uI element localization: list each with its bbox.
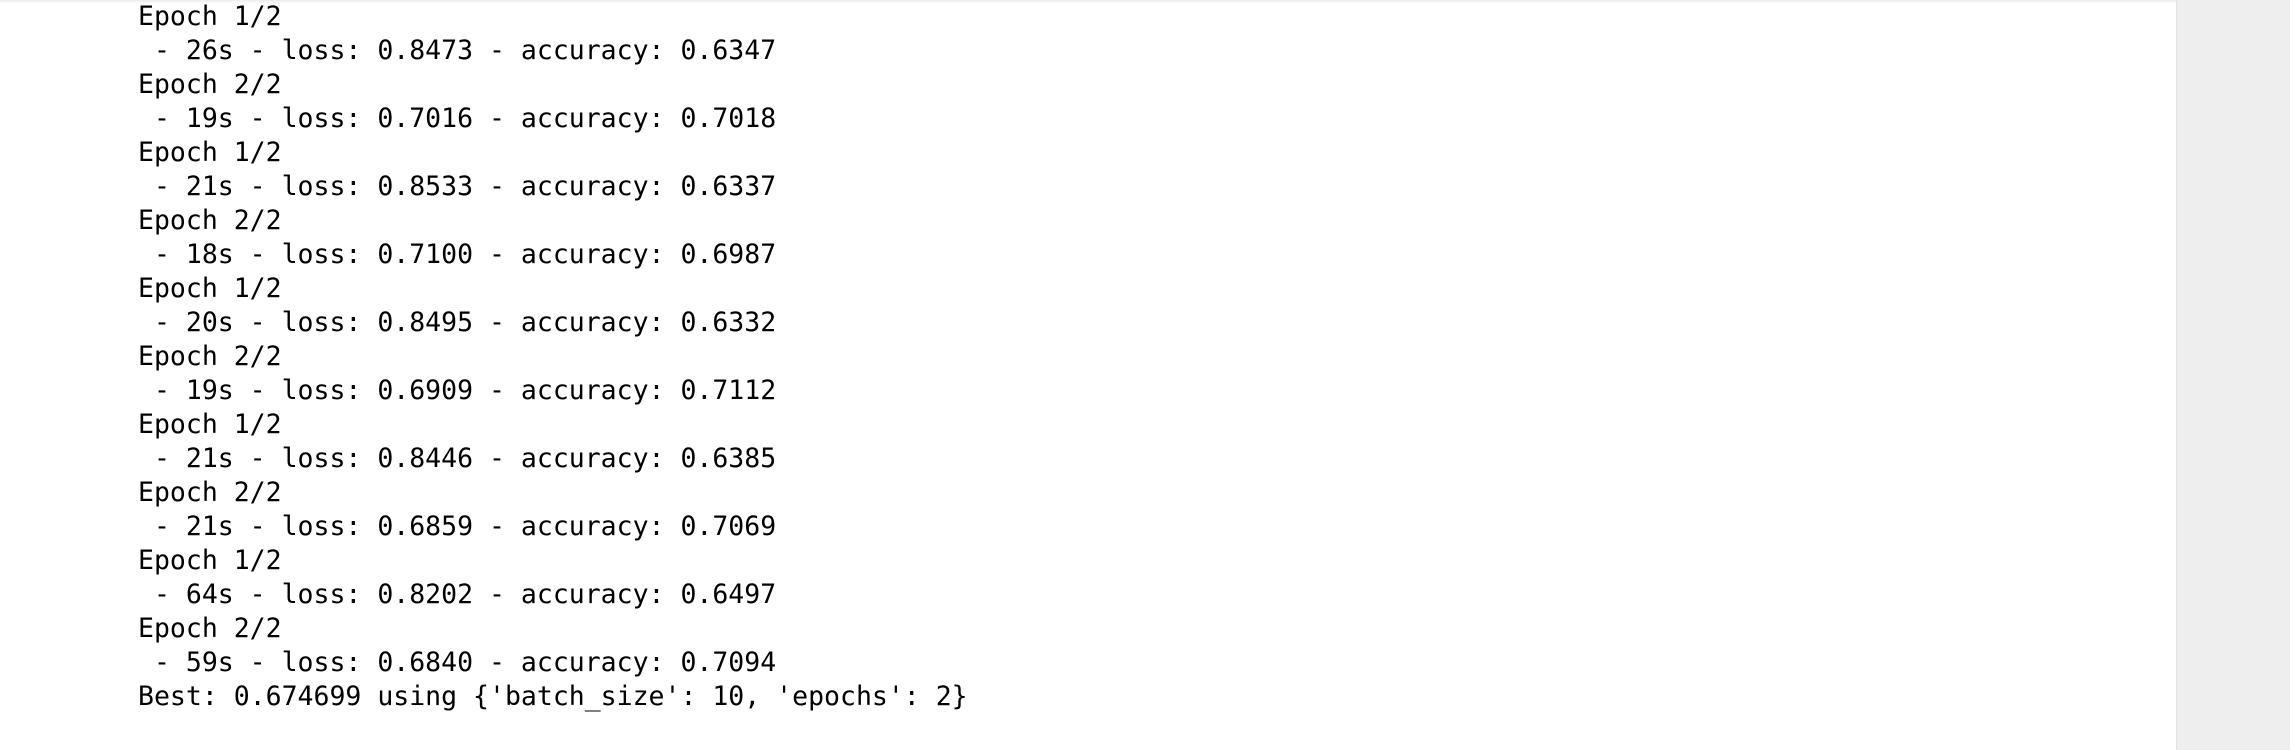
- output-line: Epoch 1/2: [138, 545, 282, 576]
- output-line: Epoch 1/2: [138, 273, 282, 304]
- output-line: Epoch 2/2: [138, 613, 282, 644]
- output-line: Epoch 2/2: [138, 69, 282, 100]
- output-line: Epoch 1/2: [138, 1, 282, 32]
- output-line: Epoch 1/2: [138, 409, 282, 440]
- output-line: Epoch 1/2: [138, 137, 282, 168]
- output-line: - 64s - loss: 0.8202 - accuracy: 0.6497: [138, 579, 777, 610]
- output-line: - 19s - loss: 0.6909 - accuracy: 0.7112: [138, 375, 777, 406]
- cell-output-text: Epoch 1/2 - 26s - loss: 0.8473 - accurac…: [138, 0, 968, 714]
- output-line: - 21s - loss: 0.8533 - accuracy: 0.6337: [138, 171, 777, 202]
- output-line: - 20s - loss: 0.8495 - accuracy: 0.6332: [138, 307, 777, 338]
- output-line: - 18s - loss: 0.7100 - accuracy: 0.6987: [138, 239, 777, 270]
- best-result-line: Best: 0.674699 using {'batch_size': 10, …: [138, 681, 968, 712]
- output-line: - 19s - loss: 0.7016 - accuracy: 0.7018: [138, 103, 777, 134]
- output-line: Epoch 2/2: [138, 341, 282, 372]
- notebook-output-panel: Epoch 1/2 - 26s - loss: 0.8473 - accurac…: [0, 0, 2176, 750]
- output-line: - 26s - loss: 0.8473 - accuracy: 0.6347: [138, 35, 777, 66]
- output-line: - 21s - loss: 0.6859 - accuracy: 0.7069: [138, 511, 777, 542]
- output-line: - 59s - loss: 0.6840 - accuracy: 0.7094: [138, 647, 777, 678]
- right-gutter: [2176, 0, 2290, 750]
- output-line: Epoch 2/2: [138, 477, 282, 508]
- output-line: Epoch 2/2: [138, 205, 282, 236]
- output-line: - 21s - loss: 0.8446 - accuracy: 0.6385: [138, 443, 777, 474]
